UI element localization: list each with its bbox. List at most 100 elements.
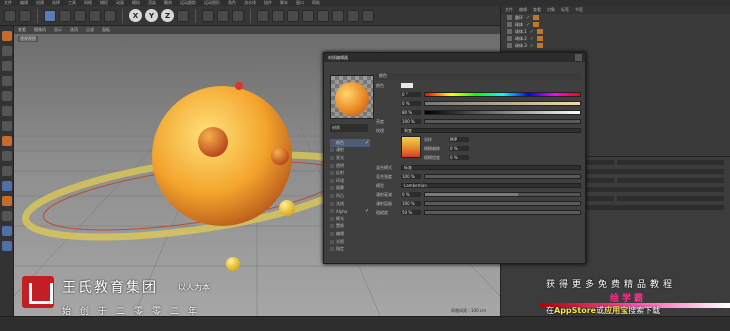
object-row[interactable]: 球体 ✓ bbox=[501, 21, 730, 28]
om-menu-file[interactable]: 文件 bbox=[505, 7, 513, 13]
quantize-icon[interactable] bbox=[2, 181, 12, 191]
camera-icon[interactable] bbox=[347, 9, 359, 22]
array-icon[interactable] bbox=[302, 9, 314, 22]
hue-input[interactable]: 0 ° bbox=[401, 92, 421, 97]
moon-sphere-right[interactable] bbox=[271, 147, 289, 165]
material-preview[interactable] bbox=[330, 75, 374, 119]
model-dropdown[interactable]: Lambertian bbox=[401, 183, 581, 188]
deformer-icon[interactable] bbox=[317, 9, 329, 22]
channel-item[interactable]: 指定 bbox=[330, 245, 370, 253]
channel-item[interactable]: 漫射 bbox=[330, 147, 370, 155]
light-dot[interactable] bbox=[235, 82, 243, 90]
moon-sphere-large[interactable] bbox=[198, 127, 228, 157]
lock-workplane-icon[interactable] bbox=[2, 196, 12, 206]
channel-item[interactable]: 发光 bbox=[330, 154, 370, 162]
edges-mode-icon[interactable] bbox=[2, 106, 12, 116]
recent-tool-icon[interactable] bbox=[104, 9, 116, 22]
channel-item[interactable]: 烟雾 bbox=[330, 185, 370, 193]
value-slider[interactable] bbox=[424, 110, 581, 115]
moon-sphere-small[interactable] bbox=[279, 200, 295, 216]
diffuse-falloff-input[interactable]: 0 % bbox=[401, 192, 421, 197]
mix-mode-dropdown[interactable]: 标准 bbox=[401, 165, 581, 170]
cube-primitive-icon[interactable] bbox=[257, 9, 269, 22]
floor-icon[interactable] bbox=[332, 9, 344, 22]
roughness-slider[interactable] bbox=[424, 210, 581, 215]
diffuse-level-slider[interactable] bbox=[424, 201, 581, 206]
material-tag-icon[interactable] bbox=[537, 29, 544, 34]
om-menu-object[interactable]: 对象 bbox=[547, 7, 555, 13]
om-menu-tags[interactable]: 标签 bbox=[561, 7, 569, 13]
enabled-check-icon[interactable]: ✓ bbox=[530, 29, 534, 35]
scale-tool-icon[interactable] bbox=[74, 9, 86, 22]
material-tag-icon[interactable] bbox=[533, 15, 540, 20]
texture-mode-icon[interactable] bbox=[2, 61, 12, 71]
subdivision-icon[interactable] bbox=[287, 9, 299, 22]
blur-scale-input[interactable]: 0 % bbox=[449, 155, 469, 160]
attribute-field[interactable] bbox=[617, 160, 724, 165]
channel-item[interactable]: 光照 bbox=[330, 238, 370, 246]
render-view-icon[interactable] bbox=[202, 9, 214, 22]
light-icon[interactable] bbox=[362, 9, 374, 22]
material-tag-icon[interactable] bbox=[537, 43, 544, 48]
channel-item[interactable]: 法线 bbox=[330, 200, 370, 208]
points-mode-icon[interactable] bbox=[2, 91, 12, 101]
value-input[interactable]: 80 % bbox=[401, 110, 421, 115]
mix-strength-input[interactable]: 100 % bbox=[401, 174, 421, 179]
roughness-input[interactable]: 50 % bbox=[401, 210, 421, 215]
dialog-titlebar[interactable]: 材质编辑器 bbox=[324, 53, 585, 62]
enabled-check-icon[interactable]: ✓ bbox=[526, 22, 530, 28]
select-tool-icon[interactable] bbox=[44, 9, 56, 22]
channel-item[interactable]: 透明 bbox=[330, 162, 370, 170]
brightness-slider[interactable] bbox=[424, 119, 581, 124]
channel-item[interactable]: 凹凸 bbox=[330, 192, 370, 200]
axis-mode-icon[interactable] bbox=[2, 136, 12, 146]
polygons-mode-icon[interactable] bbox=[2, 121, 12, 131]
material-name-field[interactable]: 材质 bbox=[330, 124, 368, 132]
om-menu-view[interactable]: 查看 bbox=[533, 7, 541, 13]
attribute-field[interactable] bbox=[617, 196, 724, 201]
move-tool-icon[interactable] bbox=[59, 9, 71, 22]
diffuse-falloff-slider[interactable] bbox=[424, 192, 581, 197]
channel-enabled-check-icon[interactable]: ✓ bbox=[365, 140, 370, 146]
z-axis-lock-button[interactable]: Z bbox=[161, 9, 174, 22]
object-row[interactable]: 球体.2 ✓ bbox=[501, 35, 730, 42]
om-menu-edit[interactable]: 编辑 bbox=[519, 7, 527, 13]
solo-icon[interactable] bbox=[2, 211, 12, 221]
object-row[interactable]: 球体.3 ✓ bbox=[501, 42, 730, 49]
render-settings-icon[interactable] bbox=[232, 9, 244, 22]
redo-icon[interactable] bbox=[19, 9, 31, 22]
coordinate-system-icon[interactable] bbox=[177, 9, 189, 22]
channel-item[interactable]: 置换 bbox=[330, 223, 370, 231]
enabled-check-icon[interactable]: ✓ bbox=[526, 15, 530, 21]
viewport-solo-icon[interactable] bbox=[2, 241, 12, 251]
close-icon[interactable] bbox=[575, 54, 582, 61]
diffuse-level-input[interactable]: 100 % bbox=[401, 201, 421, 206]
channel-item[interactable]: 反射 bbox=[330, 169, 370, 177]
tweak-mode-icon[interactable] bbox=[2, 151, 12, 161]
y-axis-lock-button[interactable]: Y bbox=[145, 9, 158, 22]
channel-item[interactable]: 颜色 ✓ bbox=[330, 139, 370, 147]
channel-item[interactable]: Alpha ✓ bbox=[330, 207, 370, 215]
moon-sphere-bottom[interactable] bbox=[226, 257, 240, 271]
saturation-input[interactable]: 0 % bbox=[401, 101, 421, 106]
enabled-check-icon[interactable]: ✓ bbox=[530, 36, 534, 42]
attribute-field[interactable] bbox=[617, 178, 724, 183]
material-tag-icon[interactable] bbox=[533, 22, 540, 27]
snap-icon[interactable] bbox=[2, 166, 12, 176]
channel-item[interactable]: 环境 bbox=[330, 177, 370, 185]
channel-enabled-check-icon[interactable]: ✓ bbox=[365, 208, 370, 214]
brightness-input[interactable]: 100 % bbox=[401, 119, 421, 124]
channel-item[interactable]: 编辑 bbox=[330, 230, 370, 238]
blur-offset-input[interactable]: 0 % bbox=[449, 146, 469, 151]
make-editable-icon[interactable] bbox=[2, 31, 12, 41]
render-picture-viewer-icon[interactable] bbox=[217, 9, 229, 22]
object-row[interactable]: 圆环 ✓ bbox=[501, 14, 730, 21]
x-axis-lock-button[interactable]: X bbox=[129, 9, 142, 22]
undo-icon[interactable] bbox=[4, 9, 16, 22]
sampling-dropdown[interactable]: MIP bbox=[449, 137, 469, 142]
model-mode-icon[interactable] bbox=[2, 46, 12, 56]
color-swatch[interactable] bbox=[401, 83, 413, 88]
saturation-slider[interactable] bbox=[424, 101, 581, 106]
rotate-tool-icon[interactable] bbox=[89, 9, 101, 22]
gradient-preview[interactable] bbox=[401, 136, 421, 158]
